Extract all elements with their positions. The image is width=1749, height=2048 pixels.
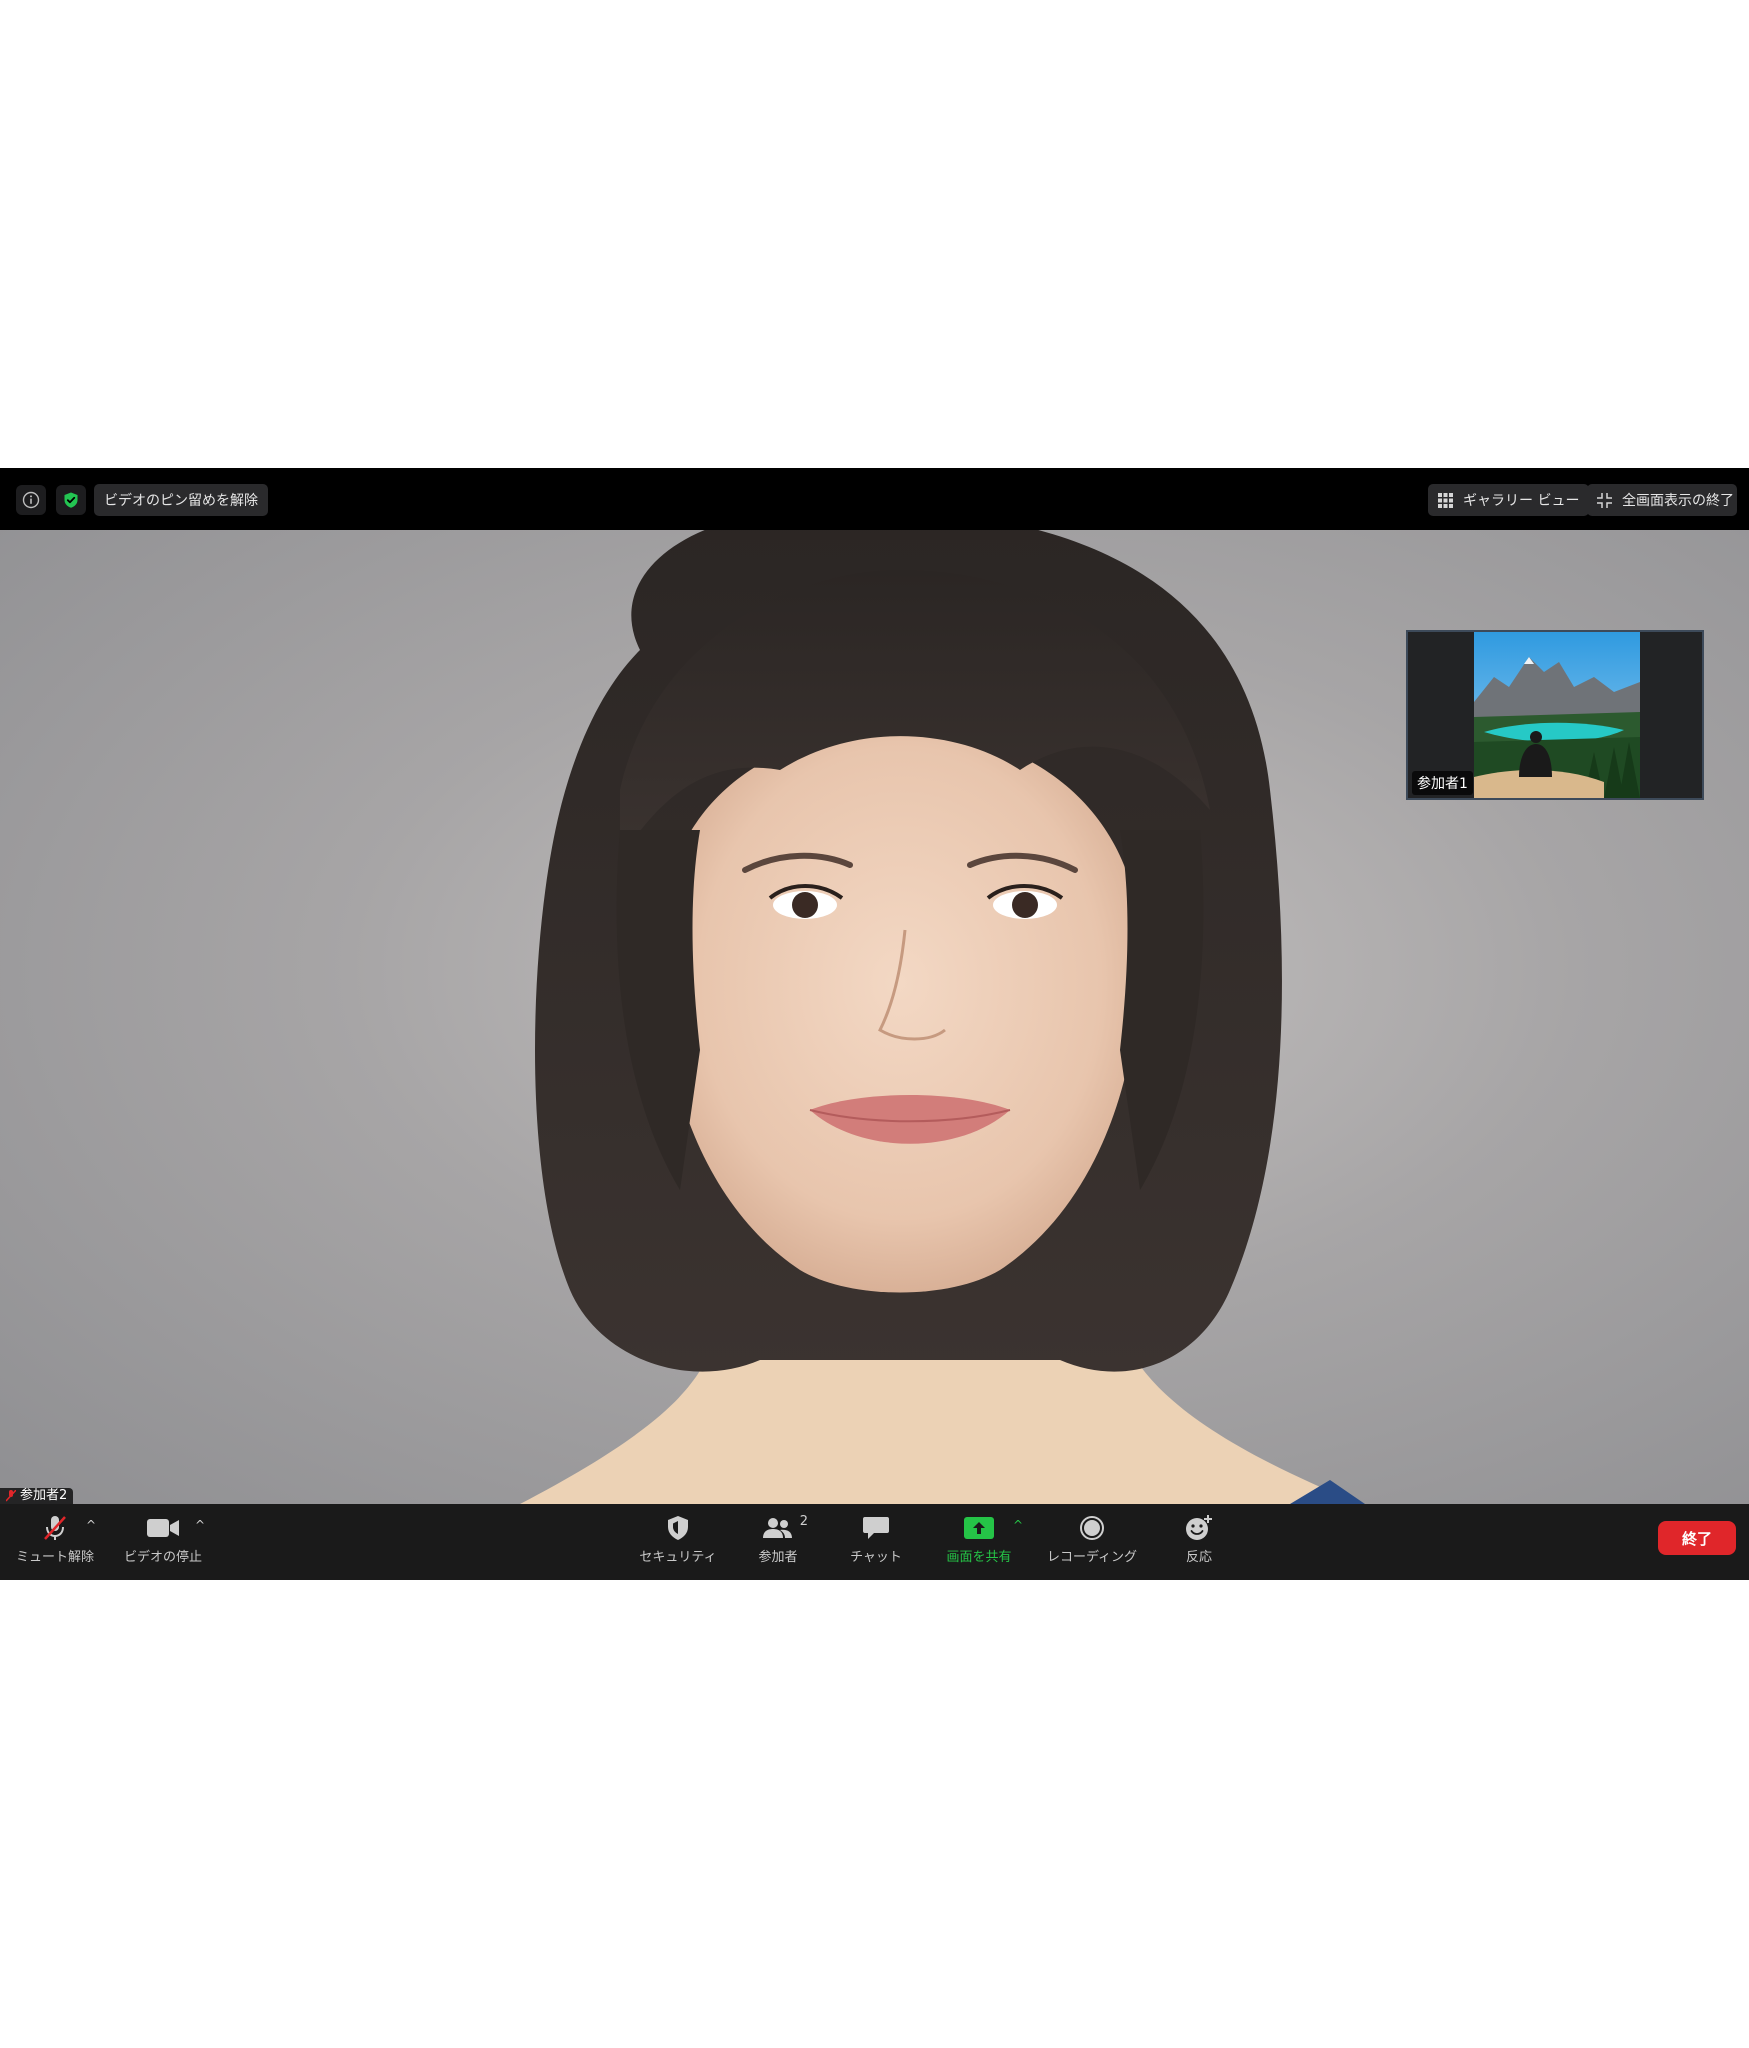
mic-muted-icon — [6, 1490, 16, 1502]
share-options-caret[interactable]: ^ — [1013, 1518, 1023, 1532]
unmute-label: ミュート解除 — [15, 1550, 94, 1565]
reactions-label: 反応 — [1185, 1550, 1212, 1565]
chat-bubble-icon — [862, 1512, 890, 1544]
video-camera-icon — [147, 1512, 179, 1544]
reactions-button[interactable]: 反応 — [1178, 1512, 1220, 1574]
meeting-toolbar: ミュート解除 ^ ビデオの停止 ^ セキュリティ 2 参加者 チャット 画面を共… — [0, 1504, 1749, 1580]
stop-video-label: ビデオの停止 — [123, 1550, 202, 1565]
gallery-view-button[interactable]: ギャラリー ビュー — [1428, 484, 1590, 516]
unpin-video-button[interactable]: ビデオのピン留めを解除 — [94, 484, 268, 516]
meeting-info-button[interactable] — [16, 485, 46, 515]
record-label: レコーディング — [1046, 1550, 1138, 1565]
thumbnail-participant-name: 参加者1 — [1412, 771, 1473, 795]
main-participant-tag: 参加者2 — [0, 1488, 74, 1504]
security-label: セキュリティ — [639, 1550, 717, 1565]
participants-label: 参加者 — [758, 1550, 798, 1565]
info-icon — [22, 491, 40, 509]
exit-fullscreen-icon — [1597, 492, 1612, 508]
encryption-button[interactable] — [56, 485, 86, 515]
record-button[interactable]: レコーディング — [1040, 1512, 1144, 1574]
top-bar: ビデオのピン留めを解除 ギャラリー ビュー 全画面表示の終了 — [0, 468, 1749, 530]
security-button[interactable]: セキュリティ — [636, 1512, 720, 1574]
shield-check-icon — [64, 492, 78, 508]
exit-fullscreen-label: 全画面表示の終了 — [1622, 493, 1734, 509]
main-video[interactable]: 参加者2 参加者1 — [0, 530, 1749, 1504]
share-screen-icon — [964, 1512, 994, 1544]
share-screen-label: 画面を共有 — [946, 1550, 1012, 1565]
chat-button[interactable]: チャット — [844, 1512, 908, 1574]
gallery-view-label: ギャラリー ビュー — [1463, 493, 1580, 509]
video-options-caret[interactable]: ^ — [195, 1518, 205, 1532]
participants-count: 2 — [799, 1514, 808, 1529]
stop-video-button[interactable]: ビデオの停止 — [120, 1512, 206, 1574]
grid-icon — [1438, 492, 1453, 508]
exit-fullscreen-button[interactable]: 全画面表示の終了 — [1587, 484, 1737, 516]
record-icon — [1079, 1512, 1105, 1544]
participant-thumbnail[interactable]: 参加者1 — [1406, 630, 1704, 800]
unpin-video-label: ビデオのピン留めを解除 — [104, 493, 258, 509]
emoji-add-icon — [1184, 1512, 1214, 1544]
meeting-window: ビデオのピン留めを解除 ギャラリー ビュー 全画面表示の終了 参加者2 参加者1… — [0, 468, 1749, 1580]
thumbnail-video — [1474, 632, 1640, 798]
mic-muted-icon — [41, 1512, 69, 1544]
chat-label: チャット — [850, 1550, 902, 1565]
shield-icon — [666, 1512, 690, 1544]
participants-icon: 2 — [762, 1512, 808, 1544]
end-meeting-button[interactable]: 終了 — [1658, 1521, 1736, 1555]
share-screen-button[interactable]: 画面を共有 — [940, 1512, 1018, 1574]
main-participant-name: 参加者2 — [20, 1488, 68, 1503]
audio-options-caret[interactable]: ^ — [86, 1518, 96, 1532]
participants-button[interactable]: 2 参加者 — [752, 1512, 808, 1574]
